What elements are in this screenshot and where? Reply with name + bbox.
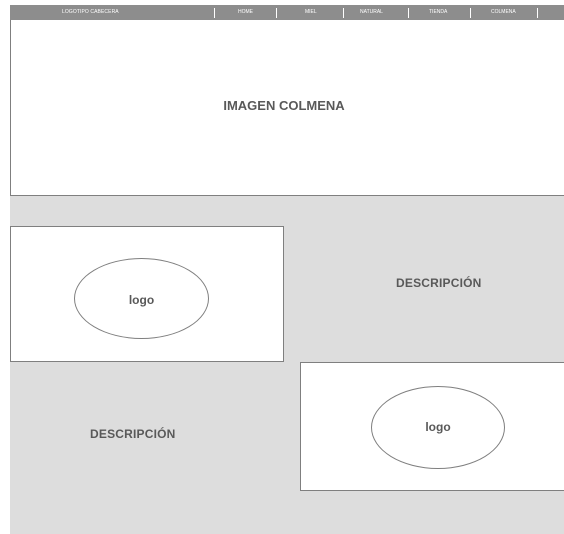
nav-separator: [343, 8, 344, 18]
nav-separator: [276, 8, 277, 18]
page: LOGOTIPO CABECERA HOME MIEL NATURAL TIEN…: [0, 0, 564, 534]
hero-image-placeholder: IMAGEN COLMENA: [10, 20, 564, 196]
logo-placeholder: logo: [371, 386, 505, 469]
nav-item-home[interactable]: HOME: [238, 5, 253, 20]
nav-separator: [470, 8, 471, 18]
nav-separator: [408, 8, 409, 18]
logo-label: logo: [128, 293, 155, 307]
nav-separator: [537, 8, 538, 18]
nav-item-natural[interactable]: NATURAL: [360, 5, 383, 20]
content-section: logo DESCRIPCIÓN DESCRIPCIÓN logo: [10, 196, 564, 534]
nav-item-colmena[interactable]: COLMENA: [491, 5, 516, 20]
hero-title: IMAGEN COLMENA: [223, 98, 345, 113]
logo-card: logo: [10, 226, 284, 362]
description-text: DESCRIPCIÓN: [90, 427, 176, 441]
header-logo-text[interactable]: LOGOTIPO CABECERA: [62, 5, 119, 20]
top-navbar: LOGOTIPO CABECERA HOME MIEL NATURAL TIEN…: [10, 5, 564, 20]
description-text: DESCRIPCIÓN: [396, 276, 482, 290]
nav-item-miel[interactable]: MIEL: [305, 5, 317, 20]
logo-placeholder: logo: [74, 258, 209, 339]
nav-separator: [214, 8, 215, 18]
logo-label: logo: [425, 420, 451, 434]
logo-card: logo: [300, 362, 564, 491]
nav-item-tienda[interactable]: TIENDA: [429, 5, 447, 20]
